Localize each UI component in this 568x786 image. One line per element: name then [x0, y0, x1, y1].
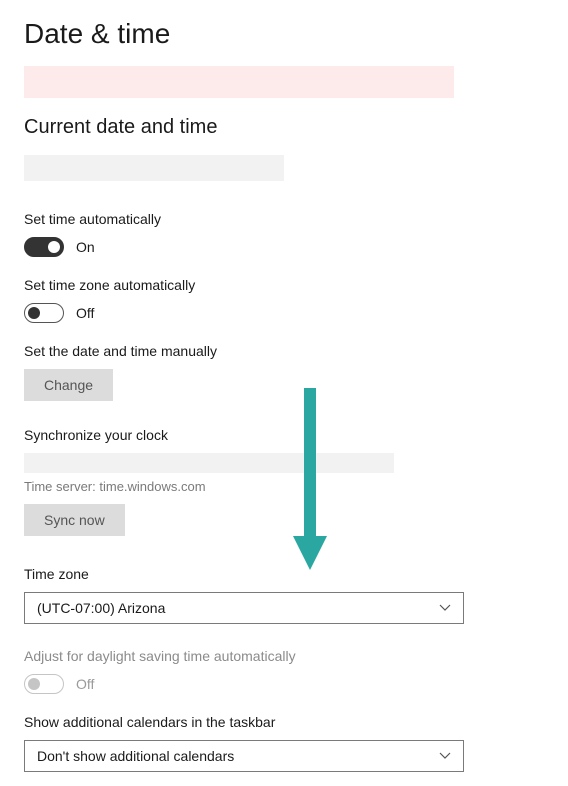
auto-time-toggle[interactable]: [24, 237, 64, 257]
timezone-select[interactable]: (UTC-07:00) Arizona: [24, 592, 464, 624]
timezone-label: Time zone: [24, 566, 544, 582]
page-title: Date & time: [24, 18, 544, 50]
dst-state: Off: [76, 676, 94, 692]
auto-time-state: On: [76, 239, 95, 255]
calendars-label: Show additional calendars in the taskbar: [24, 714, 544, 730]
chevron-down-icon: [439, 752, 451, 760]
manual-label: Set the date and time manually: [24, 343, 544, 359]
time-server-text: Time server: time.windows.com: [24, 479, 544, 494]
auto-zone-label: Set time zone automatically: [24, 277, 544, 293]
dst-toggle: [24, 674, 64, 694]
timezone-selected: (UTC-07:00) Arizona: [37, 600, 165, 616]
calendars-select[interactable]: Don't show additional calendars: [24, 740, 464, 772]
redacted-datetime: [24, 155, 284, 181]
calendars-selected: Don't show additional calendars: [37, 748, 234, 764]
sync-label: Synchronize your clock: [24, 427, 544, 443]
change-button[interactable]: Change: [24, 369, 113, 401]
redacted-banner: [24, 66, 454, 98]
auto-time-label: Set time automatically: [24, 211, 544, 227]
chevron-down-icon: [439, 604, 451, 612]
redacted-sync-info: [24, 453, 394, 473]
sync-now-button[interactable]: Sync now: [24, 504, 125, 536]
auto-zone-toggle[interactable]: [24, 303, 64, 323]
dst-label: Adjust for daylight saving time automati…: [24, 648, 544, 664]
auto-zone-state: Off: [76, 305, 94, 321]
current-date-time-header: Current date and time: [24, 116, 544, 139]
